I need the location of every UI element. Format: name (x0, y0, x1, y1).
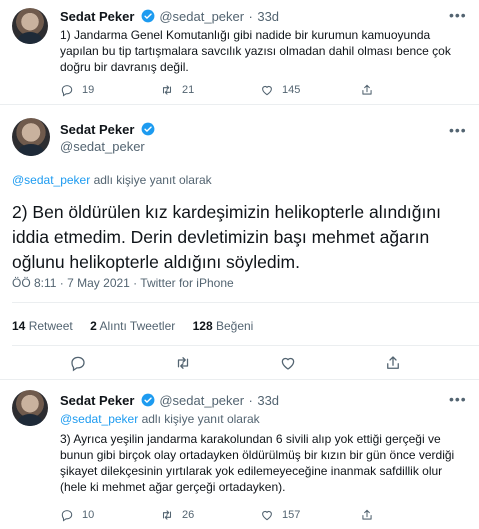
engagement-stats: 14 Retweet 2 Alıntı Tweetler 128 Beğeni (12, 319, 253, 333)
main-tweet: Sedat Peker @sedat_peker ••• @sedat_peke… (0, 105, 479, 380)
author-name[interactable]: Sedat Peker (60, 393, 134, 408)
share-icon (362, 509, 372, 520)
tweet-3[interactable]: Sedat Peker @sedat_peker · 33d ••• @seda… (0, 380, 479, 529)
retweet-button[interactable] (174, 354, 200, 372)
tweet-text: 3) Ayrıca yeşilin jandarma karakolundan … (60, 432, 455, 494)
retweet-stat-label: Retweet (28, 319, 73, 333)
separator: · (248, 393, 253, 408)
retweet-count: 21 (182, 84, 195, 96)
tweet-header: Sedat Peker @sedat_peker · 33d (60, 392, 279, 410)
divider (12, 302, 479, 303)
reply-icon (61, 510, 73, 522)
quote-stat-count: 2 (90, 319, 97, 333)
reply-to-label: adlı kişiye yanıt olarak (90, 173, 212, 187)
like-icon (262, 510, 272, 521)
more-icon[interactable]: ••• (449, 392, 466, 410)
reply-context: @sedat_peker adlı kişiye yanıt olarak (12, 173, 212, 187)
tweet-header: Sedat Peker @sedat_peker · 33d (60, 8, 279, 26)
reply-button[interactable] (69, 354, 95, 372)
like-icon (281, 357, 295, 370)
like-stat[interactable]: 128 Beğeni (193, 319, 254, 333)
tweet-header: Sedat Peker (60, 121, 155, 139)
author-handle[interactable]: @sedat_peker (60, 139, 145, 154)
main-tweet-actions (0, 354, 479, 372)
reply-button[interactable]: 10 (60, 508, 160, 522)
retweet-icon (162, 85, 172, 95)
more-icon[interactable]: ••• (449, 8, 466, 26)
more-icon[interactable]: ••• (449, 123, 466, 141)
divider (12, 345, 479, 346)
author-handle[interactable]: @sedat_peker (159, 393, 244, 408)
retweet-icon (162, 510, 172, 520)
verified-badge-icon (141, 9, 155, 23)
quote-stat[interactable]: 2 Alıntı Tweetler (90, 319, 175, 333)
retweet-button[interactable]: 21 (160, 83, 260, 97)
tweet-time[interactable]: 33d (257, 393, 279, 408)
reply-to-label: adlı kişiye yanıt olarak (138, 412, 260, 426)
share-icon (362, 84, 372, 95)
like-count: 145 (282, 84, 301, 96)
retweet-icon (177, 357, 189, 369)
reply-count: 19 (82, 84, 95, 96)
author-name[interactable]: Sedat Peker (60, 9, 134, 24)
share-button[interactable] (360, 83, 382, 97)
like-count: 157 (282, 509, 301, 521)
reply-icon (61, 85, 73, 97)
reply-context: @sedat_peker adlı kişiye yanıt olarak (60, 412, 260, 426)
verified-badge-icon (141, 393, 155, 407)
reply-icon (71, 356, 86, 372)
author-handle[interactable]: @sedat_peker (159, 9, 244, 24)
like-button[interactable]: 145 (260, 83, 360, 97)
author-name[interactable]: Sedat Peker (60, 122, 134, 137)
avatar[interactable] (12, 390, 48, 426)
retweet-stat[interactable]: 14 Retweet (12, 319, 73, 333)
retweet-stat-count: 14 (12, 319, 26, 333)
like-button[interactable]: 157 (260, 508, 360, 522)
like-icon (262, 85, 272, 96)
retweet-button[interactable]: 26 (160, 508, 260, 522)
tweet-time[interactable]: 33d (257, 9, 279, 24)
like-stat-count: 128 (192, 319, 213, 333)
tweet-meta[interactable]: ÖÖ 8:11 · 7 May 2021 · Twitter for iPhon… (12, 276, 234, 290)
tweet-actions: 19 21 145 (60, 83, 382, 97)
reply-to-handle[interactable]: @sedat_peker (60, 412, 138, 426)
tweet-text: 1) Jandarma Genel Komutanlığı gibi nadid… (60, 28, 451, 74)
avatar[interactable] (12, 118, 50, 156)
reply-to-handle[interactable]: @sedat_peker (12, 173, 90, 187)
retweet-count: 26 (182, 509, 195, 521)
verified-badge-icon (141, 122, 155, 136)
like-button[interactable] (279, 354, 305, 372)
share-button[interactable] (360, 508, 382, 522)
quote-stat-label: Alıntı Tweetler (99, 319, 176, 333)
reply-button[interactable]: 19 (60, 83, 160, 97)
avatar[interactable] (12, 8, 48, 44)
tweet-text: 2) Ben öldürülen kız kardeşimizin heliko… (12, 202, 441, 272)
share-icon (386, 356, 399, 369)
reply-count: 10 (82, 509, 95, 521)
like-stat-label: Beğeni (215, 319, 254, 333)
tweet-actions: 10 26 157 (60, 508, 382, 522)
tweet-1[interactable]: Sedat Peker @sedat_peker · 33d ••• 1) Ja… (0, 0, 479, 105)
separator: · (248, 9, 253, 24)
share-button[interactable] (384, 354, 410, 372)
